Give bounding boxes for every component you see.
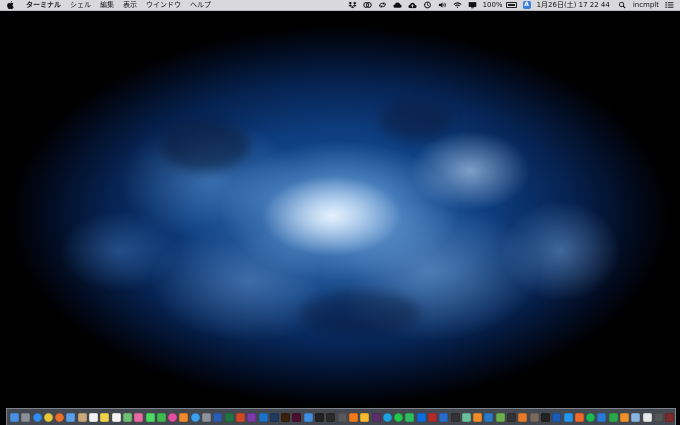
menu-clock[interactable]: 1月26日(土) 17 22 44 <box>537 0 610 11</box>
numbers-dock-icon[interactable] <box>608 412 618 422</box>
xcode-dock-icon[interactable] <box>303 412 313 422</box>
calculator-dock-icon[interactable] <box>653 412 663 422</box>
activity-monitor-dock-icon[interactable] <box>326 412 336 422</box>
app-store-dock-icon[interactable] <box>190 412 200 422</box>
photos-dock-icon[interactable] <box>134 412 144 422</box>
gimp-dock-icon[interactable] <box>529 412 539 422</box>
wallpaper-cloud-shadow <box>160 121 250 171</box>
keynote-dock-icon[interactable] <box>597 412 607 422</box>
calendar-dock-icon[interactable] <box>89 412 99 422</box>
notes-dock-icon[interactable] <box>100 412 110 422</box>
sync-icon[interactable] <box>378 1 387 9</box>
textedit-dock-icon[interactable] <box>642 412 652 422</box>
spotify-dock-icon[interactable] <box>586 412 596 422</box>
inkscape-dock-icon[interactable] <box>540 412 550 422</box>
terminal-dock-icon[interactable] <box>315 412 325 422</box>
line-dock-icon[interactable] <box>394 412 404 422</box>
battery-percentage[interactable]: 100% <box>483 0 503 11</box>
input-source-icon[interactable]: A <box>522 1 531 9</box>
indesign-dock-icon[interactable] <box>292 412 302 422</box>
itunes-dock-icon[interactable] <box>168 412 178 422</box>
slack-dock-icon[interactable] <box>371 412 381 422</box>
onenote-dock-icon[interactable] <box>247 412 257 422</box>
safari-dock-icon[interactable] <box>32 412 42 422</box>
virtualbox-dock-icon[interactable] <box>552 412 562 422</box>
vlc-dock-icon[interactable] <box>348 412 358 422</box>
menu-edit[interactable]: 編集 <box>100 0 114 11</box>
sketch-dock-icon[interactable] <box>360 412 370 422</box>
notification-center-icon[interactable] <box>665 1 674 9</box>
maps-dock-icon[interactable] <box>122 412 132 422</box>
wallpaper-cloud-shadow <box>380 101 450 141</box>
skype-dock-icon[interactable] <box>382 412 392 422</box>
spotlight-search-icon[interactable] <box>618 1 627 9</box>
creative-cloud-icon[interactable] <box>362 1 372 9</box>
wallpaper-cloud-shadow <box>300 291 420 336</box>
photoshop-dock-icon[interactable] <box>269 412 279 422</box>
console-dock-icon[interactable] <box>337 412 347 422</box>
pages-dock-icon[interactable] <box>620 412 630 422</box>
outlook-dock-icon[interactable] <box>258 412 268 422</box>
filezilla-dock-icon[interactable] <box>427 412 437 422</box>
dock <box>6 408 676 425</box>
upload-icon[interactable] <box>407 1 417 9</box>
reminders-dock-icon[interactable] <box>111 412 121 422</box>
dictionary-dock-icon[interactable] <box>665 412 675 422</box>
illustrator-dock-icon[interactable] <box>281 412 291 422</box>
desktop-wallpaper <box>0 11 680 425</box>
ibooks-dock-icon[interactable] <box>179 412 189 422</box>
github-dock-icon[interactable] <box>450 412 460 422</box>
vscode-dock-icon[interactable] <box>484 412 494 422</box>
volume-icon[interactable] <box>438 1 447 9</box>
word-dock-icon[interactable] <box>213 412 223 422</box>
evernote-dock-icon[interactable] <box>405 412 415 422</box>
powerpoint-dock-icon[interactable] <box>235 412 245 422</box>
blender-dock-icon[interactable] <box>518 412 528 422</box>
menu-view[interactable]: 表示 <box>123 0 137 11</box>
menu-username[interactable]: incmplt <box>633 0 659 11</box>
mail-dock-icon[interactable] <box>66 412 76 422</box>
docker-dock-icon[interactable] <box>563 412 573 422</box>
messages-dock-icon[interactable] <box>145 412 155 422</box>
preferences-dock-icon[interactable] <box>202 412 212 422</box>
firefox-dock-icon[interactable] <box>55 412 65 422</box>
preview-dock-icon[interactable] <box>631 412 641 422</box>
menu-help[interactable]: ヘルプ <box>190 0 211 11</box>
sourcetree-dock-icon[interactable] <box>439 412 449 422</box>
contacts-dock-icon[interactable] <box>77 412 87 422</box>
wifi-icon[interactable] <box>453 1 462 9</box>
postman-dock-icon[interactable] <box>574 412 584 422</box>
battery-icon[interactable] <box>505 2 517 8</box>
menu-app-name[interactable]: ターミナル <box>26 0 61 11</box>
sublime-dock-icon[interactable] <box>473 412 483 422</box>
menu-bar: ターミナル シェル 編集 表示 ウインドウ ヘルプ 100% A 1月26日(土… <box>0 0 680 11</box>
dropbox-icon[interactable] <box>348 1 357 9</box>
unity-dock-icon[interactable] <box>507 412 517 422</box>
cloud-icon[interactable] <box>392 1 402 9</box>
launchpad-dock-icon[interactable] <box>21 412 31 422</box>
apple-icon[interactable] <box>7 1 14 9</box>
excel-dock-icon[interactable] <box>224 412 234 422</box>
menu-window[interactable]: ウインドウ <box>146 0 181 11</box>
time-machine-icon[interactable] <box>423 1 432 9</box>
dropbox-dock-icon[interactable] <box>416 412 426 422</box>
atom-dock-icon[interactable] <box>461 412 471 422</box>
android-studio-dock-icon[interactable] <box>495 412 505 422</box>
facetime-dock-icon[interactable] <box>156 412 166 422</box>
menu-shell[interactable]: シェル <box>70 0 91 11</box>
finder-dock-icon[interactable] <box>10 412 19 422</box>
chrome-dock-icon[interactable] <box>43 412 53 422</box>
display-icon[interactable] <box>468 1 477 9</box>
